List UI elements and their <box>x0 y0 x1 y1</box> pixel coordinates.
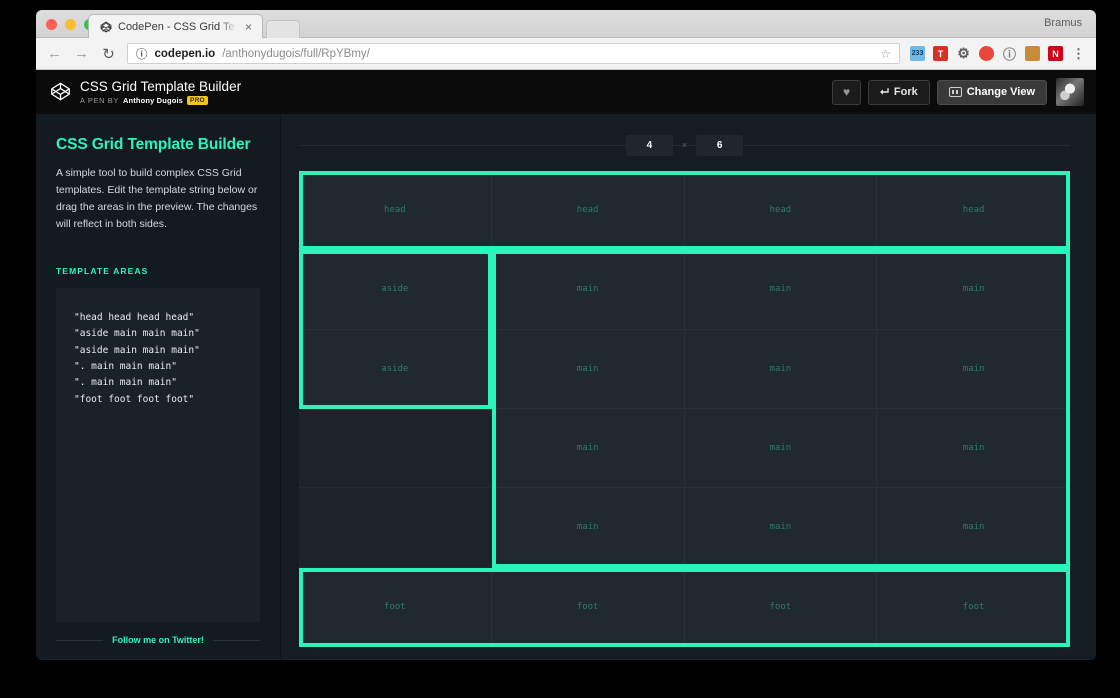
extension-icon-n[interactable]: N <box>1048 46 1063 61</box>
fork-button[interactable]: ⮠ Fork <box>868 79 930 105</box>
grid-cell-foot[interactable]: foot <box>299 567 492 647</box>
forward-button[interactable]: → <box>73 45 90 62</box>
pen-header-actions: ♥ ⮠ Fork Change View <box>831 78 1084 106</box>
fork-icon: ⮠ <box>880 85 889 98</box>
grid-cell-head[interactable]: head <box>877 171 1070 251</box>
footer-rule-right <box>212 639 261 641</box>
fork-label: Fork <box>893 86 918 98</box>
browser-menu-icon[interactable]: ⋮ <box>1071 46 1086 61</box>
address-bar[interactable]: ⓘ codepen.io/anthonydugois/full/RpYBmy/ … <box>127 43 900 64</box>
template-areas-input[interactable]: "head head head head" "aside main main m… <box>56 288 260 622</box>
grid-cell-main[interactable]: main <box>684 250 878 330</box>
grid-cell-main[interactable]: main <box>491 329 685 409</box>
dimensions-separator: × <box>681 140 688 150</box>
page-content: CSS Grid Template Builder A PEN BY Antho… <box>36 70 1096 659</box>
sidebar: CSS Grid Template Builder A simple tool … <box>36 114 281 659</box>
grid-cell-aside[interactable]: aside <box>299 329 492 409</box>
grid-cell-main[interactable]: main <box>491 250 685 330</box>
grid-cell-foot[interactable]: foot <box>684 567 878 647</box>
sidebar-footer: Follow me on Twitter! <box>56 622 261 659</box>
twitter-link[interactable]: Follow me on Twitter! <box>112 635 204 645</box>
grid-cell-main[interactable]: main <box>877 329 1070 409</box>
grid-cell-main[interactable]: main <box>684 409 878 489</box>
extension-icon-red[interactable] <box>979 46 994 61</box>
browser-window: CodePen - CSS Grid Template × Bramus ← →… <box>36 10 1096 660</box>
rows-input[interactable] <box>696 134 744 156</box>
extension-icon-233[interactable]: 233 <box>910 46 925 61</box>
reload-button[interactable]: ↻ <box>100 45 117 63</box>
change-view-icon <box>948 87 962 97</box>
love-button[interactable]: ♥ <box>831 79 862 105</box>
url-path: /anthonydugois/full/RpYBmy/ <box>222 47 370 60</box>
grid-cell-empty[interactable] <box>299 409 492 489</box>
extension-icons: 233 T ⚙ ⓘ N ⋮ <box>910 45 1086 62</box>
extension-icon-info[interactable]: ⓘ <box>1002 46 1017 62</box>
tab-close-icon[interactable]: × <box>245 21 252 33</box>
pen-brand: CSS Grid Template Builder A PEN BY Antho… <box>50 79 241 106</box>
dimensions-bar: × <box>299 130 1070 160</box>
grid-preview[interactable]: head head head head aside main main main aside ma… <box>299 171 1070 647</box>
pen-author-name[interactable]: Anthony Dugois <box>123 96 183 105</box>
browser-tab[interactable]: CodePen - CSS Grid Template × <box>88 14 263 38</box>
grid-cell-main[interactable]: main <box>877 250 1070 330</box>
grid-cell-main[interactable]: main <box>491 488 685 568</box>
change-view-button[interactable]: Change View <box>936 79 1047 105</box>
grid-cell-empty[interactable] <box>299 488 492 568</box>
user-avatar[interactable] <box>1056 78 1084 106</box>
grid-cell-aside[interactable]: aside <box>299 250 492 330</box>
codepen-logo-icon <box>51 83 70 101</box>
browser-toolbar: ← → ↻ ⓘ codepen.io/anthonydugois/full/Rp… <box>36 38 1096 70</box>
extension-icon-t[interactable]: T <box>933 46 948 61</box>
pro-badge: PRO <box>187 96 208 106</box>
grid-cell-head[interactable]: head <box>491 171 685 251</box>
grid-cell-main[interactable]: main <box>684 488 878 568</box>
browser-title-bar: CodePen - CSS Grid Template × Bramus <box>36 10 1096 38</box>
tab-title: CodePen - CSS Grid Template <box>118 20 236 33</box>
extension-icon-amber[interactable] <box>1025 46 1040 61</box>
pen-by-label: A PEN BY <box>80 96 119 106</box>
grid-cell-foot[interactable]: foot <box>491 567 685 647</box>
minimize-window-button[interactable] <box>65 19 76 30</box>
columns-input[interactable] <box>625 134 673 156</box>
profile-name: Bramus <box>1044 17 1082 29</box>
change-view-label: Change View <box>966 86 1035 98</box>
sidebar-title: CSS Grid Template Builder <box>56 136 251 153</box>
grid-cell-main[interactable]: main <box>877 409 1070 489</box>
grid-cell-foot[interactable]: foot <box>877 567 1070 647</box>
bookmark-star-icon[interactable]: ☆ <box>880 47 891 61</box>
grid-cell-head[interactable]: head <box>684 171 878 251</box>
sidebar-description: A simple tool to build complex CSS Grid … <box>56 167 258 230</box>
grid-cell-main[interactable]: main <box>877 488 1070 568</box>
grid-cell-main[interactable]: main <box>491 409 685 489</box>
extension-icon-gear[interactable]: ⚙ <box>956 45 971 61</box>
pen-brand-text: CSS Grid Template Builder A PEN BY Antho… <box>80 79 241 106</box>
tab-strip: CodePen - CSS Grid Template × <box>88 14 300 38</box>
site-info-icon[interactable]: ⓘ <box>136 46 148 62</box>
codepen-favicon-icon <box>100 21 112 32</box>
pen-header: CSS Grid Template Builder A PEN BY Antho… <box>36 70 1096 114</box>
pen-author-line: A PEN BY Anthony Dugois PRO <box>80 96 241 106</box>
preview-pane: × headheadheadheadasidemainmainmainaside… <box>281 114 1096 659</box>
grid-cell-head[interactable]: head <box>299 171 492 251</box>
grid-cell-main[interactable]: main <box>684 329 878 409</box>
pen-body: CSS Grid Template Builder A simple tool … <box>36 114 1096 659</box>
url-domain: codepen.io <box>154 47 216 60</box>
footer-rule-left <box>56 639 104 641</box>
new-tab-button[interactable] <box>266 20 300 38</box>
back-button[interactable]: ← <box>46 45 63 62</box>
close-window-button[interactable] <box>46 19 57 30</box>
template-areas-label: TEMPLATE AREAS <box>56 266 149 276</box>
pen-title: CSS Grid Template Builder <box>80 78 242 94</box>
